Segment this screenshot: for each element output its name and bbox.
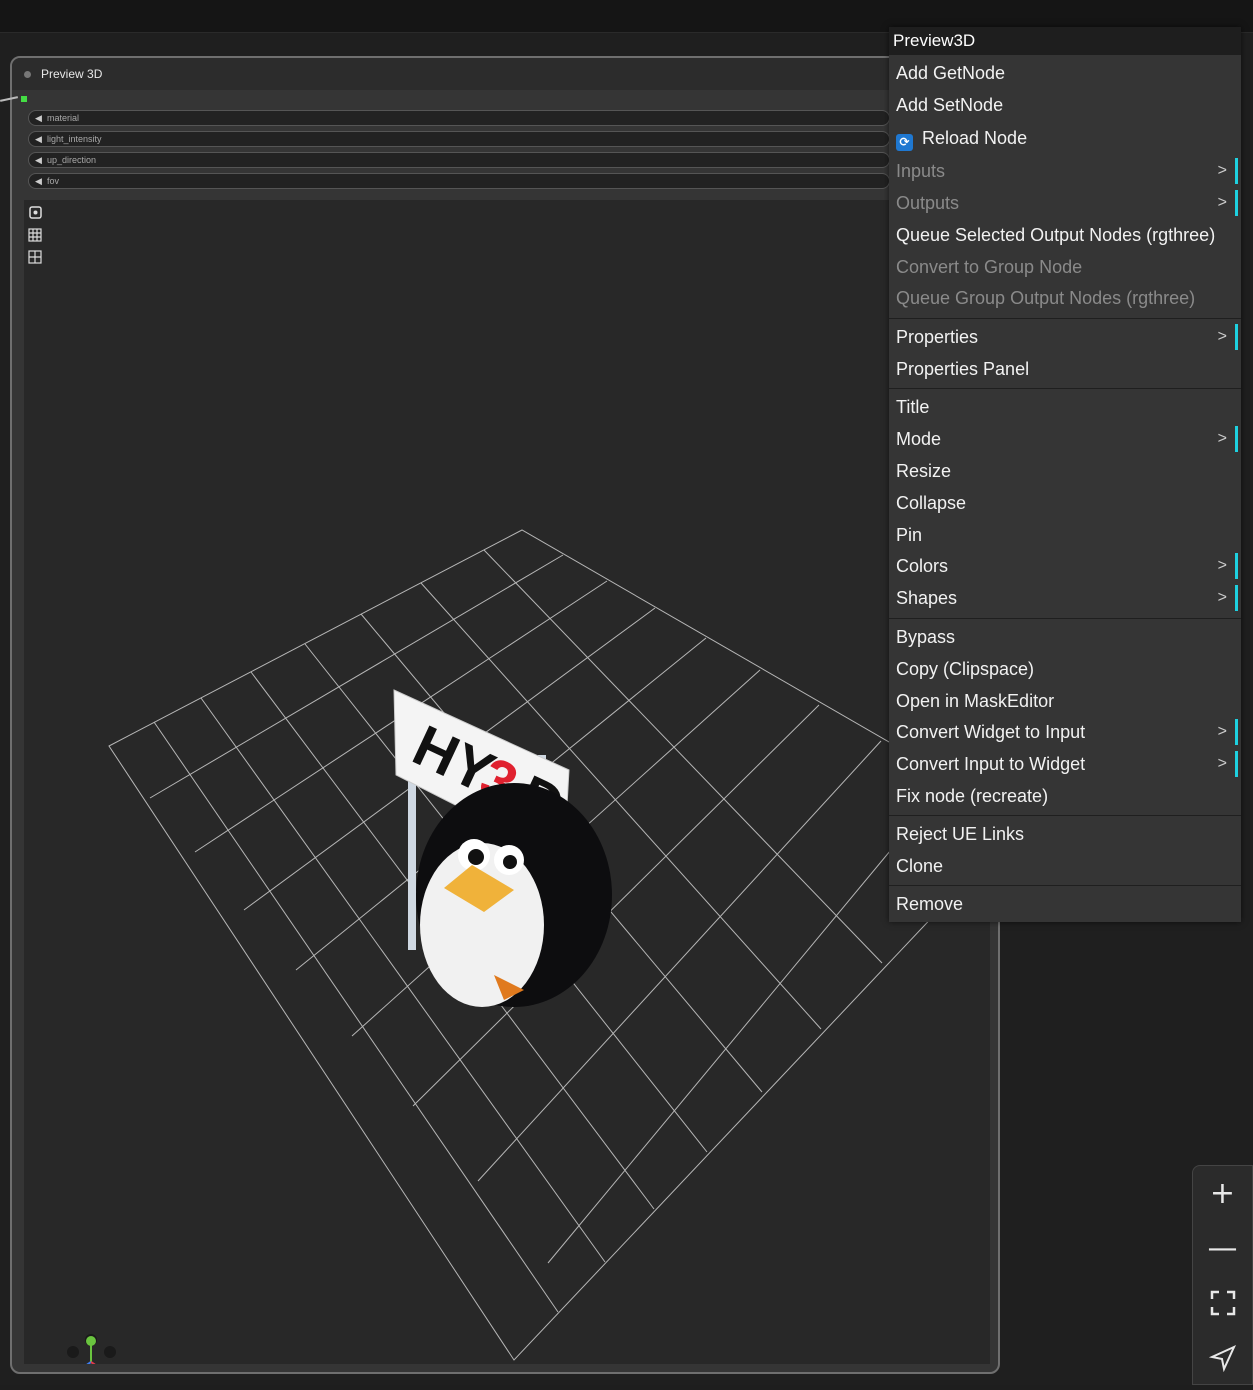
- menu-item-shapes[interactable]: Shapes >: [889, 583, 1241, 613]
- widget-label: up_direction: [47, 155, 97, 165]
- reload-icon: ⟳: [896, 134, 913, 151]
- decrement-arrow-icon[interactable]: ◀: [35, 153, 42, 167]
- context-menu: Preview3D Add GetNode Add SetNode ⟳ Reloa…: [889, 27, 1241, 922]
- menu-item-mode[interactable]: Mode >: [889, 424, 1241, 454]
- preview-3d-node[interactable]: Preview 3D ◀ material ◀ light_intensity …: [0, 56, 1000, 1374]
- menu-item-convert-input-to-widget[interactable]: Convert Input to Widget >: [889, 749, 1241, 779]
- node-collapse-dot[interactable]: [24, 71, 31, 78]
- menu-item-colors[interactable]: Colors >: [889, 551, 1241, 581]
- decrement-arrow-icon[interactable]: ◀: [35, 132, 42, 146]
- submenu-arrow-icon: >: [1217, 723, 1227, 740]
- submenu-arrow-icon: >: [1217, 162, 1227, 179]
- submenu-arrow-icon: >: [1217, 194, 1227, 211]
- menu-item-reload-node[interactable]: ⟳ Reload Node: [889, 123, 1241, 153]
- menu-title: Preview3D: [889, 27, 1241, 55]
- menu-item-resize[interactable]: Resize: [889, 456, 1241, 486]
- 3d-viewport[interactable]: HY 3 D: [24, 200, 990, 1364]
- widget-light-intensity[interactable]: ◀ light_intensity: [28, 131, 890, 147]
- menu-item-remove[interactable]: Remove: [889, 889, 1241, 919]
- menu-item-bypass[interactable]: Bypass: [889, 622, 1241, 652]
- menu-item-clone[interactable]: Clone: [889, 851, 1241, 881]
- widget-fov[interactable]: ◀ fov: [28, 173, 890, 189]
- menu-item-pin[interactable]: Pin: [889, 520, 1241, 550]
- zoom-in-button[interactable]: +: [1193, 1166, 1252, 1221]
- node-title: Preview 3D: [41, 67, 103, 81]
- menu-item-add-getnode[interactable]: Add GetNode: [889, 58, 1241, 88]
- navigate-icon: [1208, 1344, 1236, 1373]
- menu-item-queue-group-output-nodes[interactable]: Queue Group Output Nodes (rgthree): [889, 283, 1241, 313]
- menu-item-inputs[interactable]: Inputs >: [889, 156, 1241, 186]
- menu-item-queue-selected-output-nodes[interactable]: Queue Selected Output Nodes (rgthree): [889, 220, 1241, 250]
- menu-item-reject-ue-links[interactable]: Reject UE Links: [889, 819, 1241, 849]
- widget-label: material: [47, 113, 80, 123]
- menu-item-properties-panel[interactable]: Properties Panel: [889, 354, 1241, 384]
- menu-item-collapse[interactable]: Collapse: [889, 488, 1241, 518]
- decrement-arrow-icon[interactable]: ◀: [35, 111, 42, 125]
- menu-item-properties[interactable]: Properties >: [889, 322, 1241, 352]
- submenu-arrow-icon: >: [1217, 328, 1227, 345]
- widget-label: light_intensity: [47, 134, 102, 144]
- decrement-arrow-icon[interactable]: ◀: [35, 174, 42, 188]
- menu-item-copy-clipspace[interactable]: Copy (Clipspace): [889, 654, 1241, 684]
- widget-material[interactable]: ◀ material: [28, 110, 890, 126]
- input-slot[interactable]: [21, 96, 27, 102]
- menu-item-convert-widget-to-input[interactable]: Convert Widget to Input >: [889, 717, 1241, 747]
- menu-item-fix-node[interactable]: Fix node (recreate): [889, 781, 1241, 811]
- submenu-arrow-icon: >: [1217, 430, 1227, 447]
- node-title-bar[interactable]: Preview 3D: [12, 58, 998, 90]
- menu-item-convert-to-group-node[interactable]: Convert to Group Node: [889, 252, 1241, 282]
- fit-view-button[interactable]: [1193, 1276, 1252, 1331]
- axes-gizmo: [67, 1334, 116, 1364]
- widget-up-direction[interactable]: ◀ up_direction: [28, 152, 890, 168]
- submenu-arrow-icon: >: [1217, 557, 1227, 574]
- zoom-controls: + —: [1192, 1165, 1253, 1385]
- zoom-out-button[interactable]: —: [1193, 1221, 1252, 1276]
- menu-item-add-setnode[interactable]: Add SetNode: [889, 90, 1241, 120]
- menu-item-outputs[interactable]: Outputs >: [889, 188, 1241, 218]
- menu-item-open-in-maskeditor[interactable]: Open in MaskEditor: [889, 686, 1241, 716]
- navigate-button[interactable]: [1193, 1331, 1252, 1386]
- scene: HY 3 D: [67, 529, 990, 1364]
- widget-label: fov: [47, 176, 60, 186]
- fit-view-icon: [1210, 1290, 1235, 1316]
- submenu-arrow-icon: >: [1217, 589, 1227, 606]
- menu-item-title[interactable]: Title: [889, 392, 1241, 422]
- submenu-arrow-icon: >: [1217, 755, 1227, 772]
